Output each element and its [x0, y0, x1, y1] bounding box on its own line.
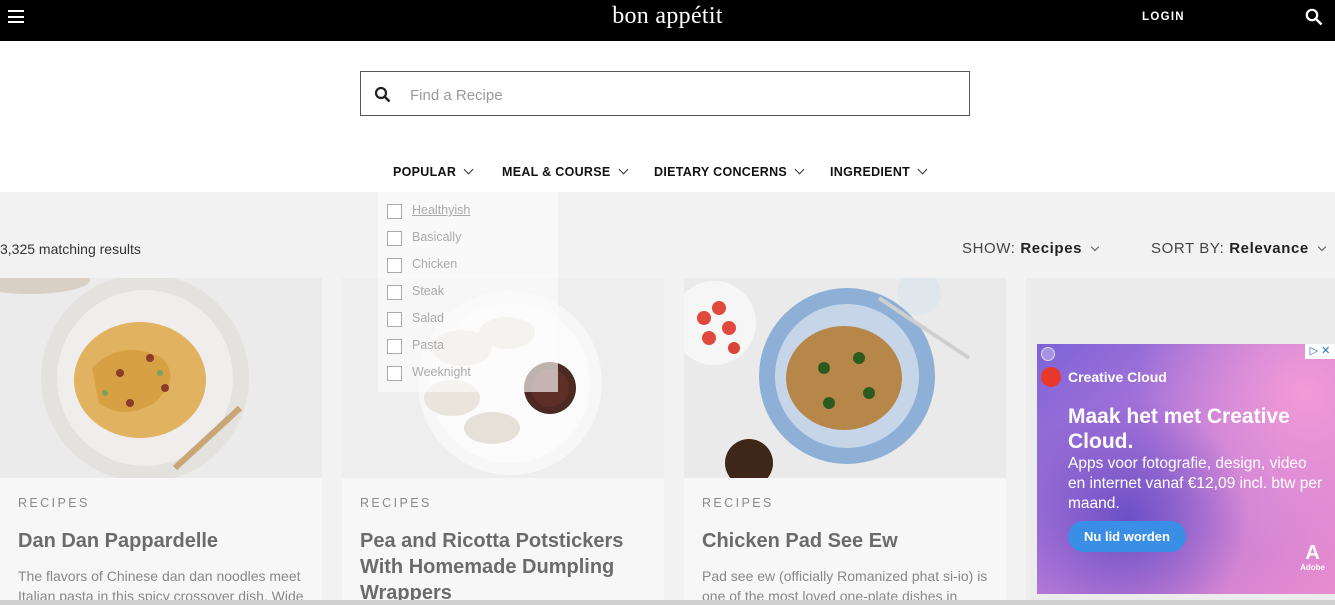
- adobe-logo: A Adobe: [1300, 543, 1325, 572]
- top-navigation-bar: bon appétit LOGIN: [0, 0, 1335, 41]
- recipe-search-input[interactable]: [408, 80, 952, 110]
- filter-label: DIETARY CONCERNS: [654, 165, 788, 179]
- sort-label: SORT BY:: [1151, 240, 1225, 257]
- recipe-image: [684, 278, 1006, 478]
- checkbox[interactable]: [387, 204, 402, 219]
- show-value: Recipes: [1020, 240, 1083, 257]
- adchoices-icon[interactable]: [1041, 347, 1055, 361]
- recipe-search-box: [360, 71, 970, 116]
- checkbox[interactable]: [387, 258, 402, 273]
- option-label: Steak: [412, 284, 444, 298]
- horizontal-scrollbar[interactable]: [0, 600, 1335, 605]
- filter-label: POPULAR: [393, 165, 457, 179]
- search-icon: [374, 86, 391, 103]
- recipe-card[interactable]: RECIPES Chicken Pad See Ew Pad see ew (o…: [684, 278, 1006, 605]
- card-title[interactable]: Pea and Ricotta Potstickers With Homemad…: [360, 528, 650, 605]
- site-logo[interactable]: bon appétit: [0, 3, 1335, 30]
- option-label: Weeknight: [412, 365, 471, 379]
- option-label: Salad: [412, 311, 444, 325]
- option-label: Pasta: [412, 338, 444, 352]
- ad-brand: Creative Cloud: [1041, 367, 1167, 387]
- ad-brand-label: Creative Cloud: [1068, 369, 1167, 385]
- chevron-down-icon: [618, 164, 628, 175]
- filter-popular[interactable]: POPULAR: [393, 164, 474, 179]
- show-selector[interactable]: SHOW: Recipes: [962, 240, 1100, 257]
- option-label: Chicken: [412, 257, 458, 271]
- option-label: Healthyish: [412, 203, 471, 217]
- hamburger-menu-icon[interactable]: [8, 10, 24, 23]
- ad-cta-button[interactable]: Nu lid worden: [1068, 521, 1186, 552]
- adobe-icon: A: [1305, 542, 1320, 564]
- ad-close-button[interactable]: ▷ ✕: [1305, 344, 1335, 359]
- filter-label: MEAL & COURSE: [502, 165, 611, 179]
- filter-dietary-concerns[interactable]: DIETARY CONCERNS: [654, 164, 805, 179]
- chevron-down-icon: [463, 164, 474, 175]
- show-label: SHOW:: [962, 240, 1016, 257]
- chevron-down-icon: [1317, 242, 1327, 252]
- checkbox[interactable]: [387, 366, 402, 381]
- ad-body: Apps voor fotografie, design, video en i…: [1068, 455, 1323, 512]
- sort-value: Relevance: [1229, 240, 1309, 257]
- filter-label: INGREDIENT: [830, 165, 911, 179]
- login-link[interactable]: LOGIN: [1142, 11, 1185, 23]
- card-kicker: RECIPES: [360, 496, 432, 510]
- chevron-down-icon: [1090, 242, 1100, 252]
- advertisement[interactable]: ▷ ✕ Creative Cloud Maak het met Creative…: [1037, 344, 1335, 594]
- card-kicker: RECIPES: [702, 496, 774, 510]
- card-kicker: RECIPES: [18, 496, 90, 510]
- filter-meal-course[interactable]: MEAL & COURSE: [502, 164, 628, 179]
- sort-selector[interactable]: SORT BY: Relevance: [1151, 240, 1327, 257]
- ad-headline: Maak het met Creative Cloud.: [1068, 405, 1290, 453]
- popular-dropdown: Healthyish Basically Chicken Steak Salad…: [378, 192, 558, 392]
- filter-ingredient[interactable]: INGREDIENT: [830, 164, 928, 179]
- chevron-down-icon: [917, 164, 928, 175]
- recipe-card[interactable]: RECIPES Dan Dan Pappardelle The flavors …: [0, 278, 322, 605]
- checkbox[interactable]: [387, 231, 402, 246]
- creative-cloud-logo-icon: [1041, 367, 1061, 387]
- checkbox[interactable]: [387, 285, 402, 300]
- recipe-image: [0, 278, 322, 478]
- chevron-down-icon: [794, 164, 805, 175]
- checkbox[interactable]: [387, 312, 402, 327]
- checkbox[interactable]: [387, 339, 402, 354]
- filter-bar: POPULAR MEAL & COURSE DIETARY CONCERNS I…: [0, 164, 1335, 185]
- results-count: 3,325 matching results: [0, 241, 141, 257]
- search-icon[interactable]: [1305, 8, 1323, 26]
- card-title[interactable]: Chicken Pad See Ew: [702, 528, 992, 554]
- card-title[interactable]: Dan Dan Pappardelle: [18, 528, 308, 554]
- adobe-logo-text: Adobe: [1300, 563, 1325, 572]
- option-label: Basically: [412, 230, 462, 244]
